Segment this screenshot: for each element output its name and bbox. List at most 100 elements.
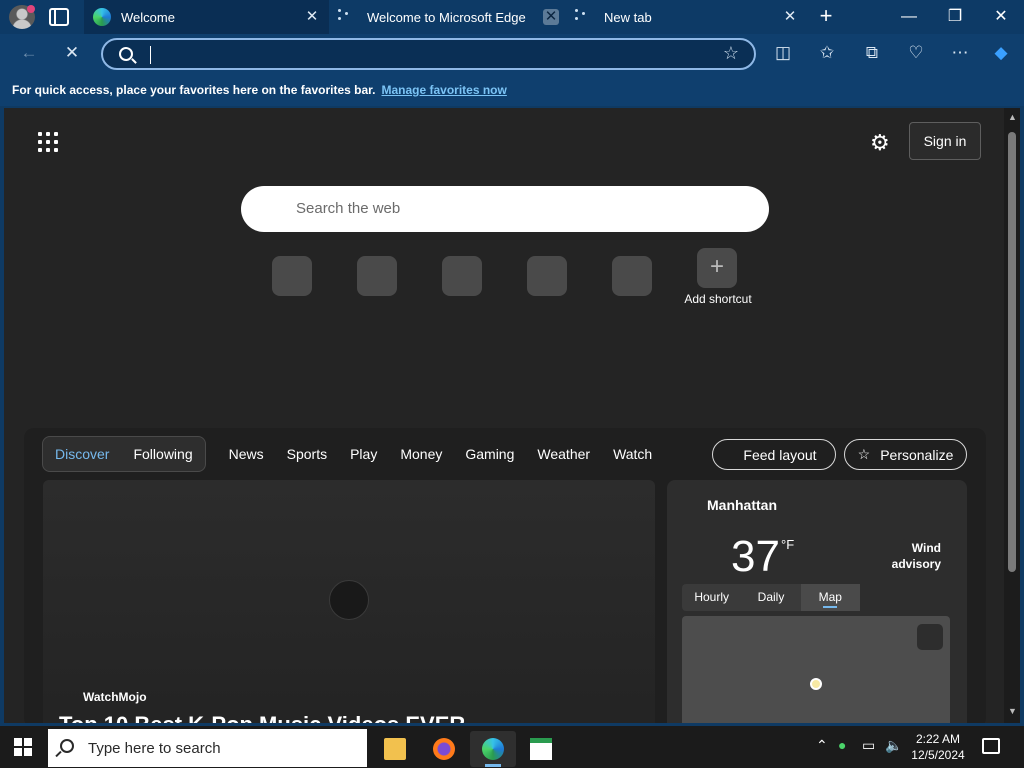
close-icon[interactable]: ✕: [782, 9, 798, 25]
sparkle-icon: ☆: [857, 446, 871, 462]
close-icon[interactable]: ✕: [304, 9, 320, 25]
firefox-app[interactable]: [421, 731, 467, 767]
sign-in-button[interactable]: Sign in: [909, 122, 981, 160]
page-scrollbar[interactable]: ▲ ▼: [1004, 108, 1020, 723]
tab-strip: Welcome ✕ Welcome to Microsoft Edge ✕ Ne…: [0, 0, 1024, 34]
tab-gaming[interactable]: Gaming: [465, 446, 514, 462]
tab-discover[interactable]: Discover: [55, 446, 109, 462]
restore-button[interactable]: ❐: [944, 6, 966, 28]
scroll-down-icon[interactable]: ▼: [1008, 706, 1017, 716]
favorites-bar-message: For quick access, place your favorites h…: [12, 83, 376, 97]
volume-icon[interactable]: 🔈: [885, 737, 902, 754]
back-icon[interactable]: ←: [18, 42, 40, 64]
manage-favorites-link[interactable]: Manage favorites now: [381, 83, 506, 97]
temperature-unit: °F: [781, 537, 795, 552]
tab-sports[interactable]: Sports: [287, 446, 327, 462]
address-input[interactable]: [149, 44, 709, 64]
shortcut-tile[interactable]: [272, 256, 312, 296]
windows-start-icon[interactable]: [14, 738, 32, 756]
browser-essentials-icon[interactable]: ♡: [905, 42, 927, 64]
tab-new-tab[interactable]: New tab ✕: [566, 0, 806, 34]
feed-layout-label: Feed layout: [743, 446, 817, 463]
settings-icon[interactable]: ⚙: [870, 130, 890, 156]
collections-icon[interactable]: ⧉: [861, 42, 883, 64]
loading-icon: [574, 9, 590, 25]
search-icon: [60, 739, 74, 753]
tab-welcome[interactable]: Welcome ✕: [84, 0, 329, 34]
tab-weather[interactable]: Weather: [537, 446, 590, 462]
video-card[interactable]: WatchMojo Top 10 Best K-Pop Music Videos…: [43, 480, 655, 723]
taskbar-search-placeholder: Type here to search: [88, 740, 221, 757]
app-launcher-icon[interactable]: [38, 132, 58, 152]
profile-avatar[interactable]: [9, 5, 35, 29]
network-icon[interactable]: ▭: [862, 737, 875, 754]
minimize-button[interactable]: —: [898, 6, 920, 28]
loading-icon: [337, 9, 353, 25]
tab-title: New tab: [604, 9, 652, 25]
notifications-icon[interactable]: [982, 738, 1000, 754]
feed-layout-button[interactable]: Feed layout: [712, 439, 836, 470]
edge-app[interactable]: [470, 731, 516, 767]
weather-temperature: 37: [731, 532, 780, 581]
copilot-icon[interactable]: ◆: [990, 42, 1012, 64]
split-screen-icon[interactable]: ◫: [772, 42, 794, 64]
taskbar-clock[interactable]: 2:22 AM 12/5/2024: [908, 731, 968, 763]
tab-play[interactable]: Play: [350, 446, 377, 462]
tab-welcome-to-edge[interactable]: Welcome to Microsoft Edge ✕: [329, 0, 568, 34]
tab-money[interactable]: Money: [400, 446, 442, 462]
add-favorite-icon[interactable]: ☆: [723, 43, 739, 64]
add-shortcut-button[interactable]: +: [697, 248, 737, 288]
add-shortcut-label: Add shortcut: [684, 292, 752, 306]
tab-news[interactable]: News: [229, 446, 264, 462]
tab-watch[interactable]: Watch: [613, 446, 652, 462]
weather-alert[interactable]: Wind advisory: [881, 540, 941, 572]
show-hidden-icons[interactable]: ⌃: [816, 737, 828, 754]
web-search-box[interactable]: Search the web: [241, 186, 769, 232]
text-caret: [150, 46, 151, 64]
file-explorer-app[interactable]: [372, 731, 418, 767]
clock-time: 2:22 AM: [915, 732, 961, 746]
new-tab-button[interactable]: +: [815, 5, 837, 28]
tab-title: Welcome: [121, 9, 175, 25]
map-expand-icon[interactable]: [917, 624, 943, 650]
folder-icon: [384, 738, 406, 760]
edge-icon: [93, 8, 111, 26]
stop-loading-icon[interactable]: ✕: [61, 42, 83, 64]
favorites-icon[interactable]: ✩: [816, 42, 838, 64]
close-icon[interactable]: ✕: [543, 9, 559, 25]
edge-icon: [482, 738, 504, 760]
tab-hourly[interactable]: Hourly: [682, 584, 741, 611]
web-search-placeholder: Search the web: [296, 200, 401, 217]
close-window-button[interactable]: ✕: [990, 6, 1012, 28]
taskbar: Type here to search ⌃ ● ▭ 🔈 2:22 AM 12/5…: [0, 726, 1024, 768]
shortcut-tile[interactable]: [612, 256, 652, 296]
taskbar-search[interactable]: Type here to search: [48, 729, 367, 767]
toolbar: ← ✕ ☆ ◫ ✩ ⧉ ♡ ⋯ ◆: [0, 34, 1024, 74]
feed-tab-bar: Discover Following News Sports Play Mone…: [42, 436, 652, 472]
location-pin-icon: [810, 678, 822, 690]
tab-following[interactable]: Following: [133, 446, 192, 462]
tab-map[interactable]: Map: [800, 584, 860, 611]
tab-actions-icon[interactable]: [49, 8, 69, 26]
shortcut-tile[interactable]: [527, 256, 567, 296]
weather-map[interactable]: [682, 616, 950, 723]
tab-title: Welcome to Microsoft Edge: [367, 9, 526, 25]
personalize-label: Personalize: [880, 446, 954, 463]
address-bar[interactable]: ☆: [101, 38, 756, 70]
search-icon: [119, 47, 133, 61]
shortcut-tile[interactable]: [357, 256, 397, 296]
scroll-up-icon[interactable]: ▲: [1008, 112, 1017, 122]
favorites-bar: For quick access, place your favorites h…: [0, 74, 1024, 106]
scrollbar-thumb[interactable]: [1008, 132, 1016, 572]
firefox-icon: [433, 738, 455, 760]
more-options-icon[interactable]: ⋯: [949, 42, 971, 64]
weather-view-tabs: Hourly Daily Map: [682, 584, 860, 611]
card-headline[interactable]: Top 10 Best K-Pop Music Videos EVER: [59, 712, 465, 723]
people-icon[interactable]: ●: [838, 737, 846, 753]
notepad-app[interactable]: [518, 731, 564, 767]
shortcut-tile[interactable]: [442, 256, 482, 296]
weather-location[interactable]: Manhattan: [707, 497, 777, 513]
weather-card[interactable]: Manhattan 37 °F Wind advisory Hourly Dai…: [667, 480, 967, 723]
personalize-button[interactable]: ☆ Personalize: [844, 439, 967, 470]
tab-daily[interactable]: Daily: [741, 584, 800, 611]
